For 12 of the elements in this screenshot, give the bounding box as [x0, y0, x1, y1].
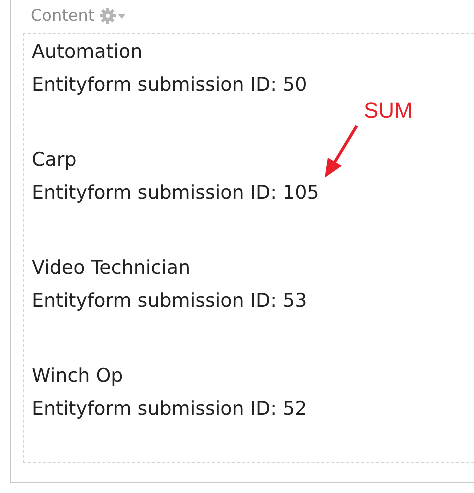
annotation-label: SUM	[364, 97, 413, 125]
annotation-arrow	[322, 124, 360, 180]
item-title: Video Technician	[32, 256, 192, 281]
item-title: Automation	[32, 40, 144, 65]
item-detail: Entityform submission ID: 52	[32, 397, 308, 422]
item-detail: Entityform submission ID: 53	[32, 289, 308, 314]
gear-dropdown-icon[interactable]	[98, 7, 127, 25]
panel-title: Content	[31, 8, 95, 24]
item-detail: Entityform submission ID: 105	[32, 181, 320, 206]
item-detail: Entityform submission ID: 50	[32, 73, 308, 98]
item-title: Carp	[32, 148, 78, 173]
item-title: Winch Op	[32, 364, 124, 389]
